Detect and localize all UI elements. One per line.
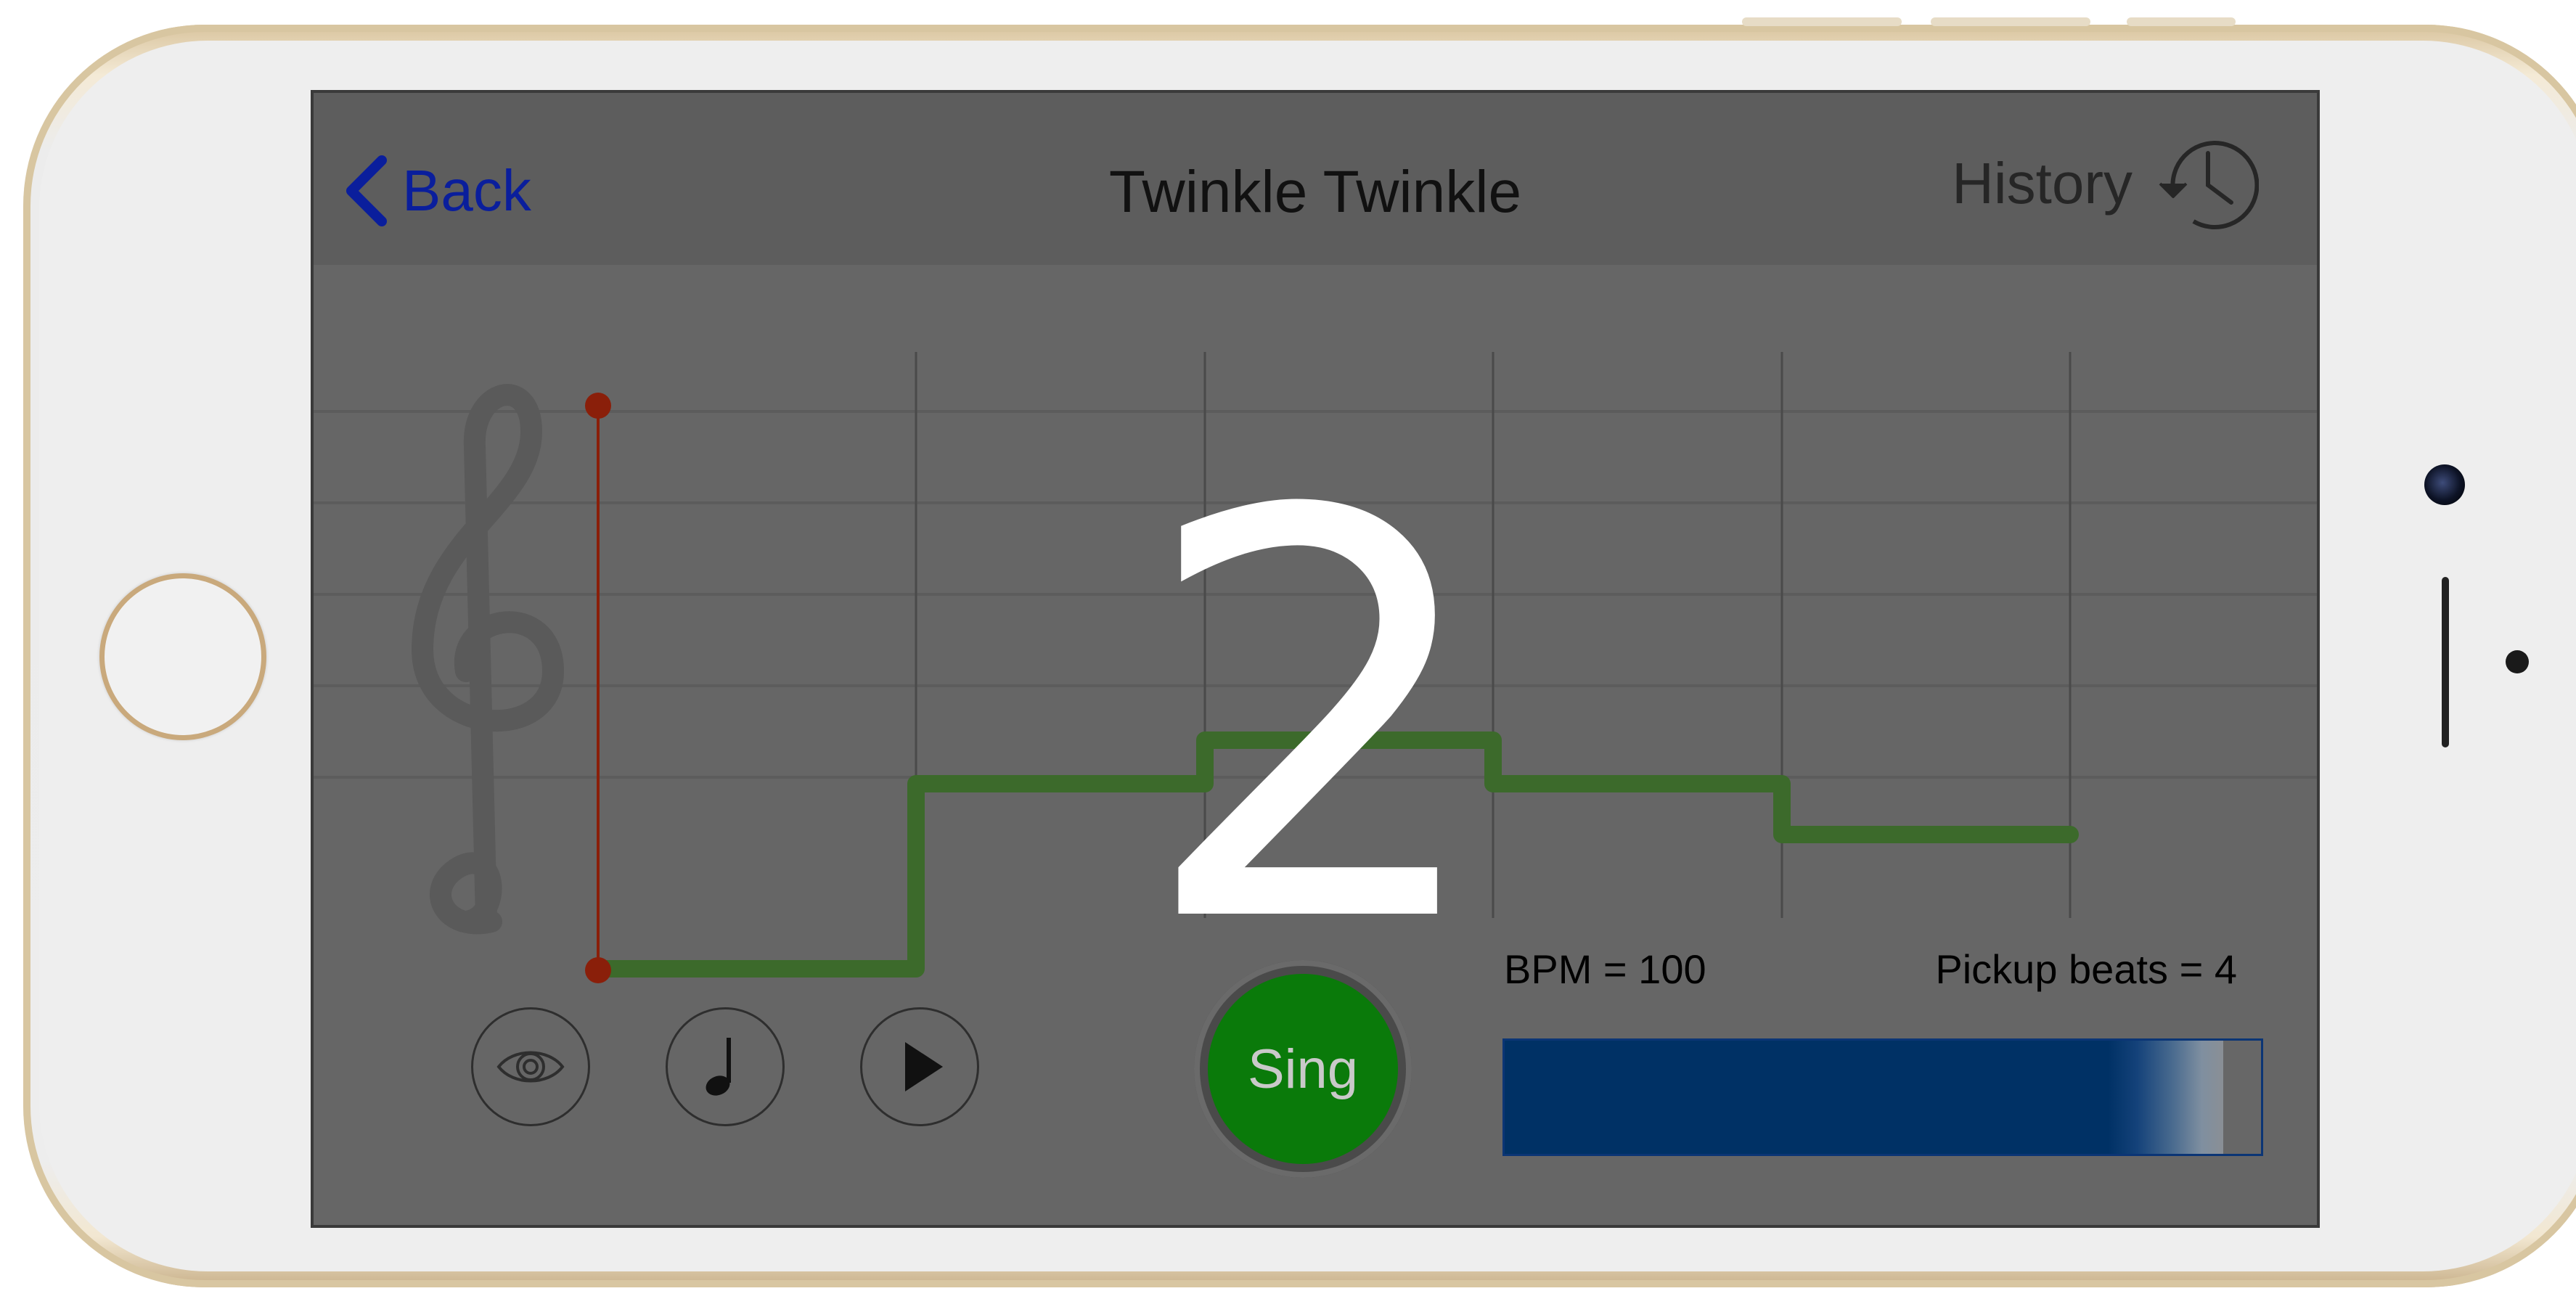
eye-icon <box>496 1051 565 1083</box>
home-button[interactable] <box>99 573 266 740</box>
visibility-button[interactable] <box>471 1007 590 1126</box>
history-label: History <box>1952 151 2133 216</box>
note-button[interactable] <box>666 1007 785 1126</box>
volume-button <box>1931 17 2090 26</box>
pickup-progress-fill <box>1505 1041 2223 1154</box>
play-button[interactable] <box>860 1007 979 1126</box>
treble-clef-icon <box>411 384 565 935</box>
cursor-bottom-handle <box>585 957 611 983</box>
history-clock-icon <box>2159 141 2259 230</box>
countdown-number: 2 <box>1137 395 1493 1046</box>
sing-button[interactable]: Sing <box>1208 974 1398 1164</box>
cursor-top-handle <box>585 393 611 419</box>
history-button[interactable]: History <box>1952 133 2259 234</box>
proximity-sensor <box>2506 650 2529 673</box>
earpiece-speaker <box>2442 577 2449 747</box>
pickup-beats-label: Pickup beats = 4 <box>1935 946 2237 992</box>
pickup-progress-bar <box>1502 1038 2263 1156</box>
navigation-bar: Back Twinkle Twinkle History <box>314 93 2317 265</box>
front-camera <box>2424 464 2465 505</box>
bpm-label: BPM = 100 <box>1504 946 1706 992</box>
volume-button <box>1742 17 1902 26</box>
play-icon <box>905 1042 943 1091</box>
mute-switch <box>2127 17 2236 26</box>
quarter-note-icon <box>706 1038 731 1096</box>
app-screen: Back Twinkle Twinkle History 2 Sing BPM … <box>314 93 2317 1225</box>
